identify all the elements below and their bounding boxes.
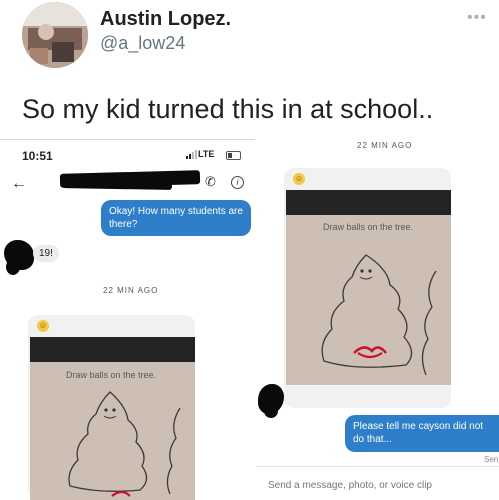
author-handle[interactable]: @a_low24 [100, 33, 185, 54]
screenshot-top-border [0, 139, 255, 140]
more-options-icon[interactable]: ••• [467, 9, 487, 27]
status-time: 10:51 [22, 149, 53, 163]
photo-dark-band-right [286, 190, 451, 215]
back-arrow-icon[interactable]: ← [11, 175, 27, 193]
worksheet-instruction-left: Draw balls on the tree. [66, 370, 157, 380]
author-avatar[interactable] [22, 2, 88, 68]
signal-icon [186, 150, 197, 159]
incoming-message-bubble: 19! [33, 245, 59, 262]
emoji-icon-right[interactable]: ☺ [293, 173, 305, 185]
worksheet-photo-right [286, 215, 451, 385]
worksheet-instruction-right: Draw balls on the tree. [323, 222, 414, 232]
author-name[interactable]: Austin Lopez. [100, 8, 231, 31]
worksheet-photo-left [30, 362, 195, 500]
redacted-avatar-left-tail [6, 259, 20, 275]
redacted-contact-name-tail [61, 179, 173, 190]
emoji-icon[interactable]: ☺ [37, 320, 49, 332]
send-status: Sen [484, 455, 499, 464]
message-timestamp-right: 22 MIN AGO [357, 141, 413, 150]
tree-drawing-left [68, 391, 181, 497]
phone-icon[interactable]: ✆ [205, 174, 216, 190]
composer-divider [256, 466, 499, 467]
photo-dark-band-left [30, 337, 195, 362]
tweet-text: So my kid turned this in at school.. [22, 94, 434, 124]
battery-icon [226, 151, 241, 160]
tree-drawing-right [321, 254, 437, 376]
info-icon[interactable]: i [231, 176, 244, 189]
message-composer-input[interactable]: Send a message, photo, or voice clip [268, 480, 432, 491]
outgoing-message-bubble: Okay! How many students are there? [101, 200, 251, 236]
network-type: LTE [198, 149, 215, 159]
message-timestamp: 22 MIN AGO [103, 286, 159, 295]
redacted-avatar-right-tail [264, 404, 278, 418]
outgoing-message-bubble-right: Please tell me cayson did not do that... [345, 415, 499, 452]
